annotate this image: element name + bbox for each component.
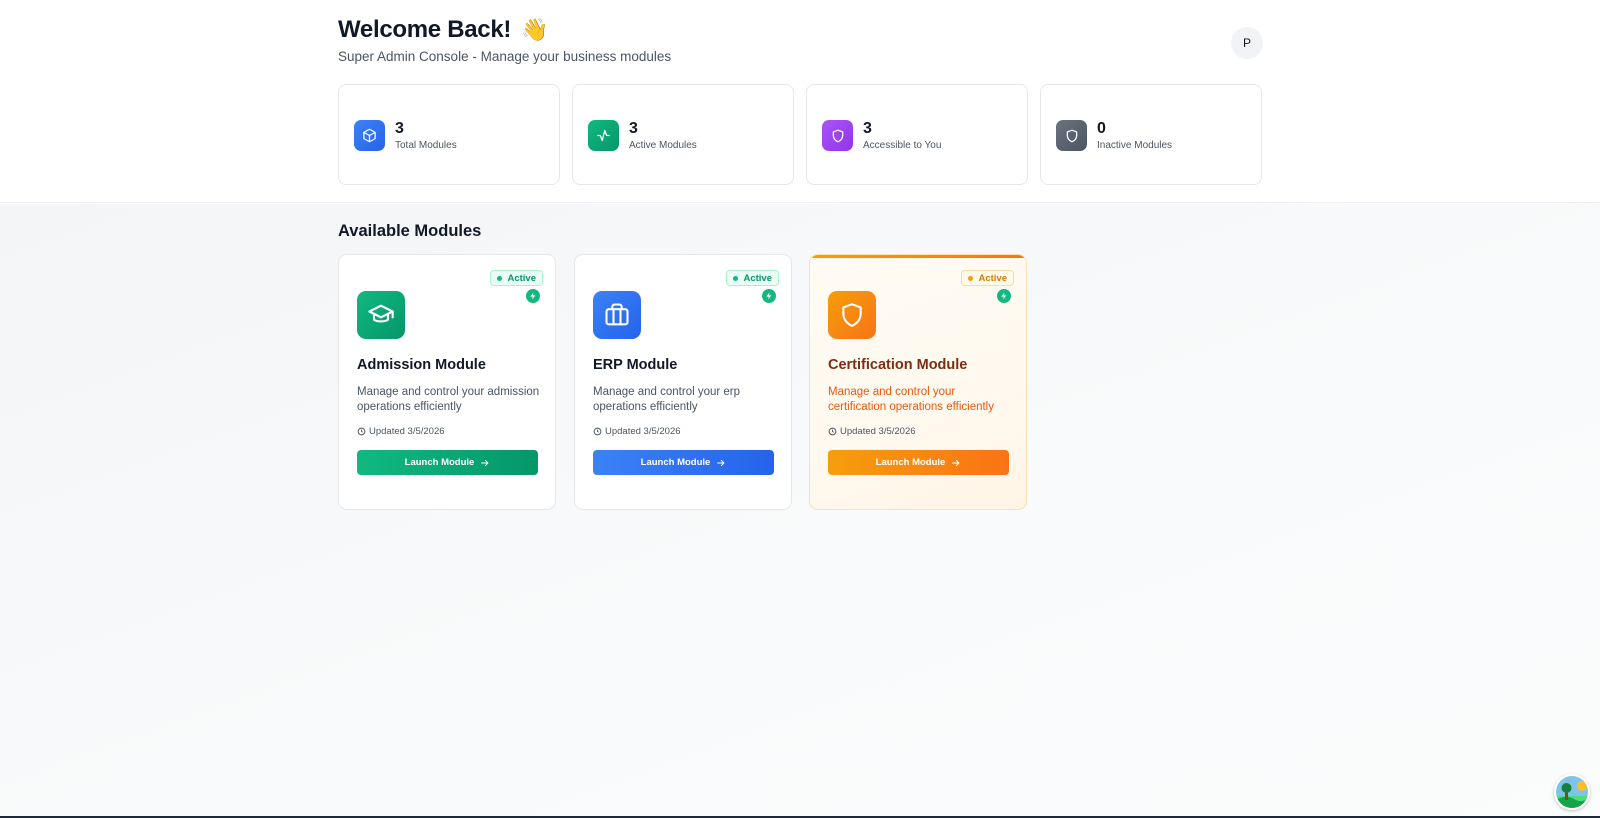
arrow-right-icon bbox=[717, 459, 725, 466]
module-card-admission[interactable]: Active Admission Module Manage and contr… bbox=[338, 254, 556, 510]
status-label: Active bbox=[507, 272, 536, 284]
module-description: Manage and control your admission operat… bbox=[357, 386, 540, 413]
graduation-cap-icon bbox=[357, 291, 405, 339]
clock-icon bbox=[357, 427, 366, 436]
module-updated: Updated 3/5/2026 bbox=[828, 426, 916, 437]
module-card-certification[interactable]: Active Certification Module Manage and c… bbox=[809, 254, 1027, 510]
launch-admission-button[interactable]: Launch Module bbox=[357, 450, 538, 475]
launch-certification-button[interactable]: Launch Module bbox=[828, 450, 1009, 475]
stat-label: Active Modules bbox=[629, 140, 697, 151]
welcome-heading: Welcome Back! bbox=[338, 16, 512, 43]
bolt-icon bbox=[997, 289, 1011, 303]
stat-card-accessible: 3 Accessible to You bbox=[806, 84, 1028, 185]
status-badge: Active bbox=[726, 270, 779, 286]
status-dot-icon bbox=[968, 275, 974, 281]
launch-label: Launch Module bbox=[875, 457, 946, 468]
updated-text: Updated 3/5/2026 bbox=[369, 426, 445, 437]
status-label: Active bbox=[978, 272, 1007, 284]
launch-label: Launch Module bbox=[404, 457, 475, 468]
module-name: ERP Module bbox=[593, 357, 678, 373]
stat-label: Inactive Modules bbox=[1097, 140, 1173, 151]
bolt-icon bbox=[762, 289, 776, 303]
user-avatar[interactable]: P bbox=[1231, 27, 1263, 59]
stat-card-active-modules: 3 Active Modules bbox=[572, 84, 794, 185]
arrow-right-icon bbox=[481, 459, 489, 466]
stat-card-total-modules: 3 Total Modules bbox=[338, 84, 560, 185]
briefcase-icon bbox=[593, 291, 641, 339]
status-label: Active bbox=[743, 272, 772, 284]
stat-value: 3 bbox=[395, 120, 404, 137]
stat-value: 3 bbox=[629, 120, 638, 137]
module-description: Manage and control your erp operations e… bbox=[593, 386, 741, 413]
module-updated: Updated 3/5/2026 bbox=[357, 426, 445, 437]
status-badge: Active bbox=[490, 270, 543, 286]
wave-emoji-icon: 👋 bbox=[521, 17, 549, 42]
arrow-right-icon bbox=[952, 459, 960, 466]
clock-icon bbox=[593, 427, 602, 436]
shield-icon bbox=[828, 291, 876, 339]
stat-card-inactive-modules: 0 Inactive Modules bbox=[1040, 84, 1262, 185]
page-title: Welcome Back! 👋 bbox=[338, 16, 548, 44]
activity-icon bbox=[588, 120, 619, 151]
launch-erp-button[interactable]: Launch Module bbox=[593, 450, 774, 475]
modules-section-background bbox=[0, 204, 1600, 816]
stat-value: 0 bbox=[1097, 120, 1106, 137]
status-badge: Active bbox=[961, 270, 1014, 286]
page-subtitle: Super Admin Console - Manage your busine… bbox=[338, 49, 672, 64]
launch-label: Launch Module bbox=[640, 457, 711, 468]
status-dot-icon bbox=[733, 275, 739, 281]
cube-icon bbox=[354, 120, 385, 151]
stat-label: Total Modules bbox=[395, 140, 457, 151]
card-accent-bar bbox=[810, 255, 1026, 258]
bolt-icon bbox=[526, 289, 540, 303]
module-description: Manage and control your certification op… bbox=[828, 386, 994, 413]
updated-text: Updated 3/5/2026 bbox=[605, 426, 681, 437]
stat-label: Accessible to You bbox=[863, 140, 942, 151]
section-title: Available Modules bbox=[338, 222, 482, 240]
clock-icon bbox=[828, 427, 837, 436]
header-area: Welcome Back! 👋 Super Admin Console - Ma… bbox=[0, 0, 1600, 203]
assistant-avatar-icon[interactable] bbox=[1554, 774, 1590, 810]
module-name: Admission Module bbox=[357, 357, 486, 373]
shield-icon bbox=[822, 120, 853, 151]
status-dot-icon bbox=[497, 275, 503, 281]
stat-value: 3 bbox=[863, 120, 872, 137]
updated-text: Updated 3/5/2026 bbox=[840, 426, 916, 437]
module-card-erp[interactable]: Active ERP Module Manage and control you… bbox=[574, 254, 792, 510]
module-name: Certification Module bbox=[828, 357, 968, 373]
module-updated: Updated 3/5/2026 bbox=[593, 426, 681, 437]
shield-icon bbox=[1056, 120, 1087, 151]
